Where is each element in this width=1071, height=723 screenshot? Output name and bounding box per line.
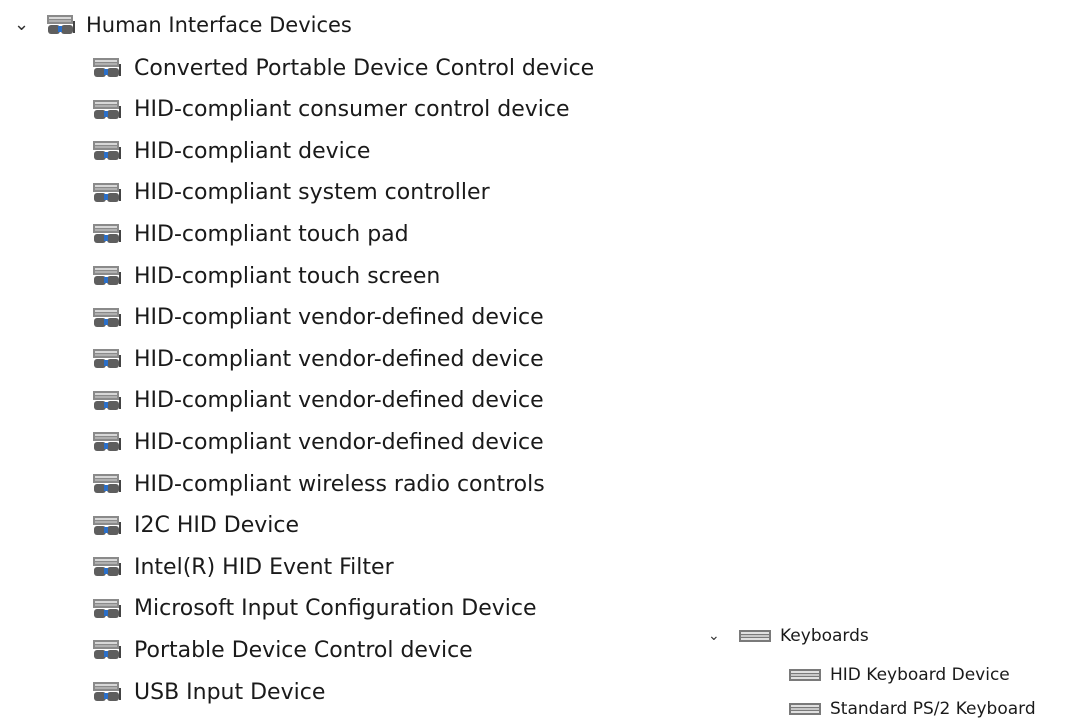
keyboard-icon xyxy=(738,627,772,645)
chevron-down-icon[interactable]: ⌄ xyxy=(708,622,726,650)
device-row[interactable]: HID-compliant device xyxy=(92,132,370,170)
device-label: HID-compliant consumer control device xyxy=(134,97,570,123)
device-row[interactable]: HID-compliant vendor-defined device xyxy=(92,340,544,378)
hid-device-icon xyxy=(92,56,122,80)
keyboard-icon xyxy=(788,666,822,684)
device-label: HID-compliant device xyxy=(134,138,371,164)
device-row[interactable]: Portable Device Control device xyxy=(92,631,473,669)
device-row[interactable]: HID Keyboard Device xyxy=(788,661,1010,689)
device-row[interactable]: USB Input Device xyxy=(92,673,325,711)
category-human-interface-devices[interactable]: ⌄ Human Interface Devices xyxy=(14,6,352,44)
hid-device-icon xyxy=(46,13,76,37)
device-label: Converted Portable Device Control device xyxy=(134,55,595,81)
device-row[interactable]: Converted Portable Device Control device xyxy=(92,49,594,87)
device-row[interactable]: HID-compliant touch pad xyxy=(92,215,409,253)
device-label: HID-compliant vendor-defined device xyxy=(134,388,544,414)
category-label: Keyboards xyxy=(780,626,869,646)
device-label: Microsoft Input Configuration Device xyxy=(134,596,537,622)
device-row[interactable]: HID-compliant vendor-defined device xyxy=(92,382,544,420)
device-label: HID-compliant system controller xyxy=(134,180,490,206)
hid-device-icon xyxy=(92,306,122,330)
device-row[interactable]: HID-compliant touch screen xyxy=(92,257,440,295)
device-label: I2C HID Device xyxy=(134,513,300,539)
hid-device-icon xyxy=(92,222,122,246)
device-row[interactable]: HID-compliant vendor-defined device xyxy=(92,423,544,461)
device-label: HID-compliant touch pad xyxy=(134,221,409,247)
device-label: Portable Device Control device xyxy=(134,637,473,663)
device-row[interactable]: HID-compliant wireless radio controls xyxy=(92,465,545,503)
category-label: Human Interface Devices xyxy=(86,13,352,37)
device-row[interactable]: Microsoft Input Configuration Device xyxy=(92,590,537,628)
chevron-down-icon[interactable]: ⌄ xyxy=(14,6,36,44)
device-label: HID-compliant vendor-defined device xyxy=(134,305,544,331)
hid-device-icon xyxy=(92,264,122,288)
device-label: USB Input Device xyxy=(134,679,326,705)
device-label: Intel(R) HID Event Filter xyxy=(134,554,394,580)
hid-device-icon xyxy=(92,597,122,621)
device-row[interactable]: I2C HID Device xyxy=(92,507,299,545)
hid-device-icon xyxy=(92,181,122,205)
device-label: HID-compliant vendor-defined device xyxy=(134,346,544,372)
hid-device-icon xyxy=(92,98,122,122)
device-label: HID-compliant vendor-defined device xyxy=(134,429,544,455)
hid-device-icon xyxy=(92,347,122,371)
device-label: HID-compliant wireless radio controls xyxy=(134,471,545,497)
device-row[interactable]: HID-compliant system controller xyxy=(92,174,490,212)
hid-device-icon xyxy=(92,680,122,704)
hid-device-icon xyxy=(92,472,122,496)
category-keyboards[interactable]: ⌄ Keyboards xyxy=(708,622,869,650)
device-label: Standard PS/2 Keyboard xyxy=(830,699,1036,719)
keyboards-tree: ⌄ Keyboards HID Keyboard Device Standard … xyxy=(700,0,1071,721)
hid-device-icon xyxy=(92,638,122,662)
hid-device-icon xyxy=(92,389,122,413)
device-row[interactable]: Intel(R) HID Event Filter xyxy=(92,548,394,586)
hid-device-icon xyxy=(92,430,122,454)
device-row[interactable]: Standard PS/2 Keyboard xyxy=(788,695,1036,723)
hid-device-icon xyxy=(92,555,122,579)
device-label: HID-compliant touch screen xyxy=(134,263,441,289)
device-label: HID Keyboard Device xyxy=(830,665,1010,685)
device-row[interactable]: HID-compliant vendor-defined device xyxy=(92,299,544,337)
hid-device-icon xyxy=(92,139,122,163)
device-row[interactable]: HID-compliant consumer control device xyxy=(92,91,570,129)
hid-device-icon xyxy=(92,514,122,538)
keyboard-icon xyxy=(788,700,822,718)
